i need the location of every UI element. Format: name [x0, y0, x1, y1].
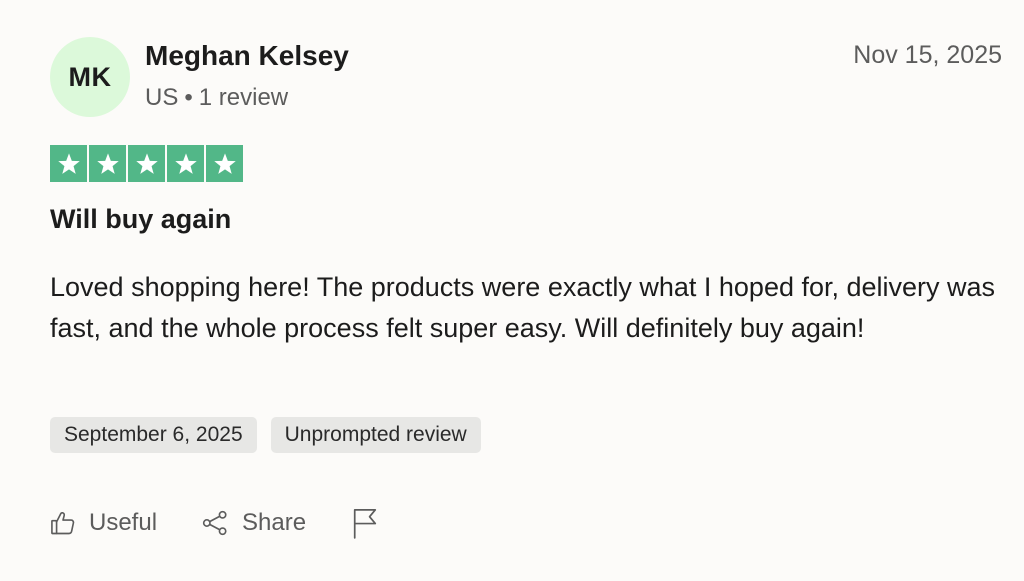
star-icon	[128, 145, 165, 182]
star-icon	[50, 145, 87, 182]
review-type-tag[interactable]: Unprompted review	[270, 417, 481, 453]
avatar-initials: MK	[68, 61, 112, 92]
experience-date-tag: September 6, 2025	[50, 417, 257, 453]
useful-button[interactable]: Useful	[49, 509, 157, 537]
share-button[interactable]: Share	[200, 509, 306, 537]
reviewer-meta: US • 1 review	[145, 84, 288, 112]
review-card: MK Meghan Kelsey US • 1 review Nov 15, 202…	[0, 0, 1024, 581]
review-date: Nov 15, 2025	[853, 41, 1002, 69]
star-rating	[50, 145, 243, 182]
review-body: Loved shopping here! The products were e…	[50, 272, 996, 343]
report-button[interactable]	[351, 507, 379, 539]
share-icon	[200, 509, 230, 537]
star-icon	[89, 145, 126, 182]
flag-icon	[351, 507, 379, 539]
avatar: MK	[50, 37, 130, 117]
review-title: Will buy again	[50, 204, 232, 234]
review-actions: Useful Share	[49, 507, 379, 539]
star-icon	[206, 145, 243, 182]
thumbs-up-icon	[49, 509, 77, 537]
share-label: Share	[242, 509, 307, 536]
review-tags: September 6, 2025 Unprompted review	[50, 417, 481, 453]
meta-separator: •	[184, 84, 193, 111]
reviewer-country: US	[145, 84, 179, 111]
useful-label: Useful	[89, 509, 158, 536]
star-icon	[167, 145, 204, 182]
reviewer-review-count: 1 review	[198, 84, 289, 111]
reviewer-name[interactable]: Meghan Kelsey	[145, 40, 349, 72]
